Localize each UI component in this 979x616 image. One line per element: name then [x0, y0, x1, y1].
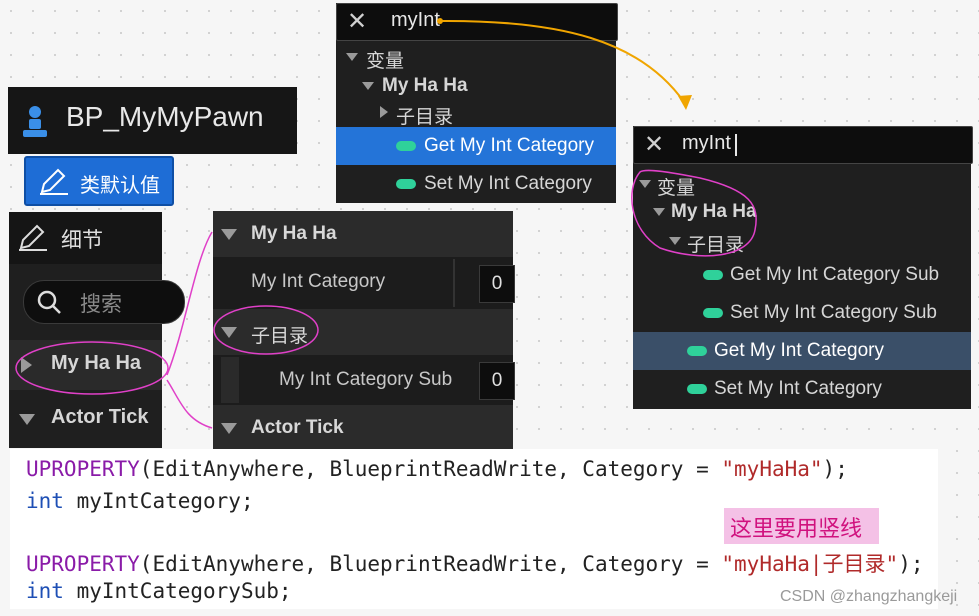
popup-search-input[interactable]: ✕ myInt: [336, 3, 618, 41]
watermark: CSDN @zhangzhangkeji: [780, 588, 958, 605]
category-row-actor-tick[interactable]: Actor Tick: [9, 394, 162, 444]
variable-pill-icon: [703, 270, 723, 280]
close-icon[interactable]: ✕: [347, 7, 367, 36]
blueprint-title-bar: BP_MyMyPawn: [8, 87, 297, 154]
category-row-actor-tick[interactable]: Actor Tick: [213, 405, 513, 449]
tree-row-subdir[interactable]: 子目录: [336, 99, 616, 128]
expanded-arrow-icon: [221, 423, 237, 434]
code-line-2: int myIntCategory;: [26, 489, 254, 513]
tree-row-variables[interactable]: 变量: [633, 170, 971, 199]
expanded-arrow-icon: [653, 208, 665, 216]
search-placeholder: 搜索: [80, 292, 122, 316]
expanded-arrow-icon: [639, 180, 651, 188]
arrowhead: [678, 95, 692, 110]
int-value-field[interactable]: 0: [479, 265, 515, 303]
expanded-arrow-icon: [221, 327, 237, 338]
pencil-icon: [40, 168, 68, 195]
category-row-my-ha-ha[interactable]: My Ha Ha: [213, 211, 513, 257]
expanded-arrow-icon: [221, 229, 237, 240]
blueprint-name: BP_MyMyPawn: [66, 101, 264, 132]
details-expanded-panel: My Ha Ha My Int Category 0 子目录 My Int Ca…: [213, 211, 515, 449]
popup-search-input[interactable]: ✕ myInt: [633, 126, 973, 164]
code-line-3: UPROPERTY(EditAnywhere, BlueprintReadWri…: [26, 552, 924, 576]
tree-row-my-ha-ha[interactable]: My Ha Ha: [336, 71, 616, 101]
action-search-popup-2: ✕ myInt 变量 My Ha Ha 子目录 Get My Int Categ…: [633, 126, 973, 409]
tree-row-variables[interactable]: 变量: [336, 41, 616, 73]
collapsed-arrow-icon: [380, 106, 388, 118]
category-row-my-ha-ha[interactable]: My Ha Ha: [9, 340, 162, 390]
code-line-1: UPROPERTY(EditAnywhere, BlueprintReadWri…: [26, 457, 848, 481]
details-title: 细节: [61, 228, 103, 252]
action-get-my-int-category-sub[interactable]: Get My Int Category Sub: [633, 256, 971, 294]
pawn-icon: [23, 106, 47, 137]
variable-pill-icon: [687, 384, 707, 394]
details-panel: 细节 搜索 My Ha Ha Actor Tick: [9, 212, 185, 448]
property-row-my-int-category-sub: My Int Category Sub 0: [213, 357, 515, 403]
class-defaults-label: 类默认值: [80, 173, 160, 197]
annotation-note: 这里要用竖线: [724, 508, 879, 544]
action-set-my-int-category-sub[interactable]: Set My Int Category Sub: [633, 294, 971, 332]
int-value-field[interactable]: 0: [479, 362, 515, 400]
property-row-my-int-category: My Int Category 0: [213, 259, 515, 307]
expanded-arrow-icon: [669, 237, 681, 245]
variable-pill-icon: [703, 308, 723, 318]
details-header: 细节: [9, 212, 162, 264]
class-defaults-button[interactable]: 类默认值: [24, 156, 174, 206]
action-search-popup-1: ✕ myInt 变量 My Ha Ha 子目录 Get My Int Categ…: [336, 3, 618, 203]
action-get-my-int-category[interactable]: Get My Int Category: [633, 332, 971, 370]
variable-pill-icon: [687, 346, 707, 356]
variable-pill-icon: [396, 179, 416, 189]
action-set-my-int-category[interactable]: Set My Int Category: [336, 165, 616, 203]
expanded-arrow-icon: [19, 414, 35, 425]
annotation-line: [166, 379, 213, 429]
column-divider: [453, 259, 455, 307]
details-search-input[interactable]: 搜索: [23, 280, 185, 324]
category-row-subdir[interactable]: 子目录: [213, 309, 513, 355]
variable-pill-icon: [396, 141, 416, 151]
search-icon: [37, 290, 61, 314]
collapsed-arrow-icon: [21, 357, 32, 373]
expanded-arrow-icon: [346, 53, 358, 61]
tree-row-subdir[interactable]: 子目录: [633, 226, 971, 256]
action-get-my-int-category[interactable]: Get My Int Category: [336, 127, 616, 165]
action-set-my-int-category[interactable]: Set My Int Category: [633, 370, 971, 408]
tree-row-my-ha-ha[interactable]: My Ha Ha: [633, 198, 971, 226]
close-icon[interactable]: ✕: [644, 130, 664, 159]
indent-bar: [221, 357, 239, 403]
text-cursor: [735, 134, 737, 156]
code-line-4: int myIntCategorySub;: [26, 579, 292, 603]
expanded-arrow-icon: [362, 82, 374, 90]
pencil-icon: [19, 224, 47, 251]
